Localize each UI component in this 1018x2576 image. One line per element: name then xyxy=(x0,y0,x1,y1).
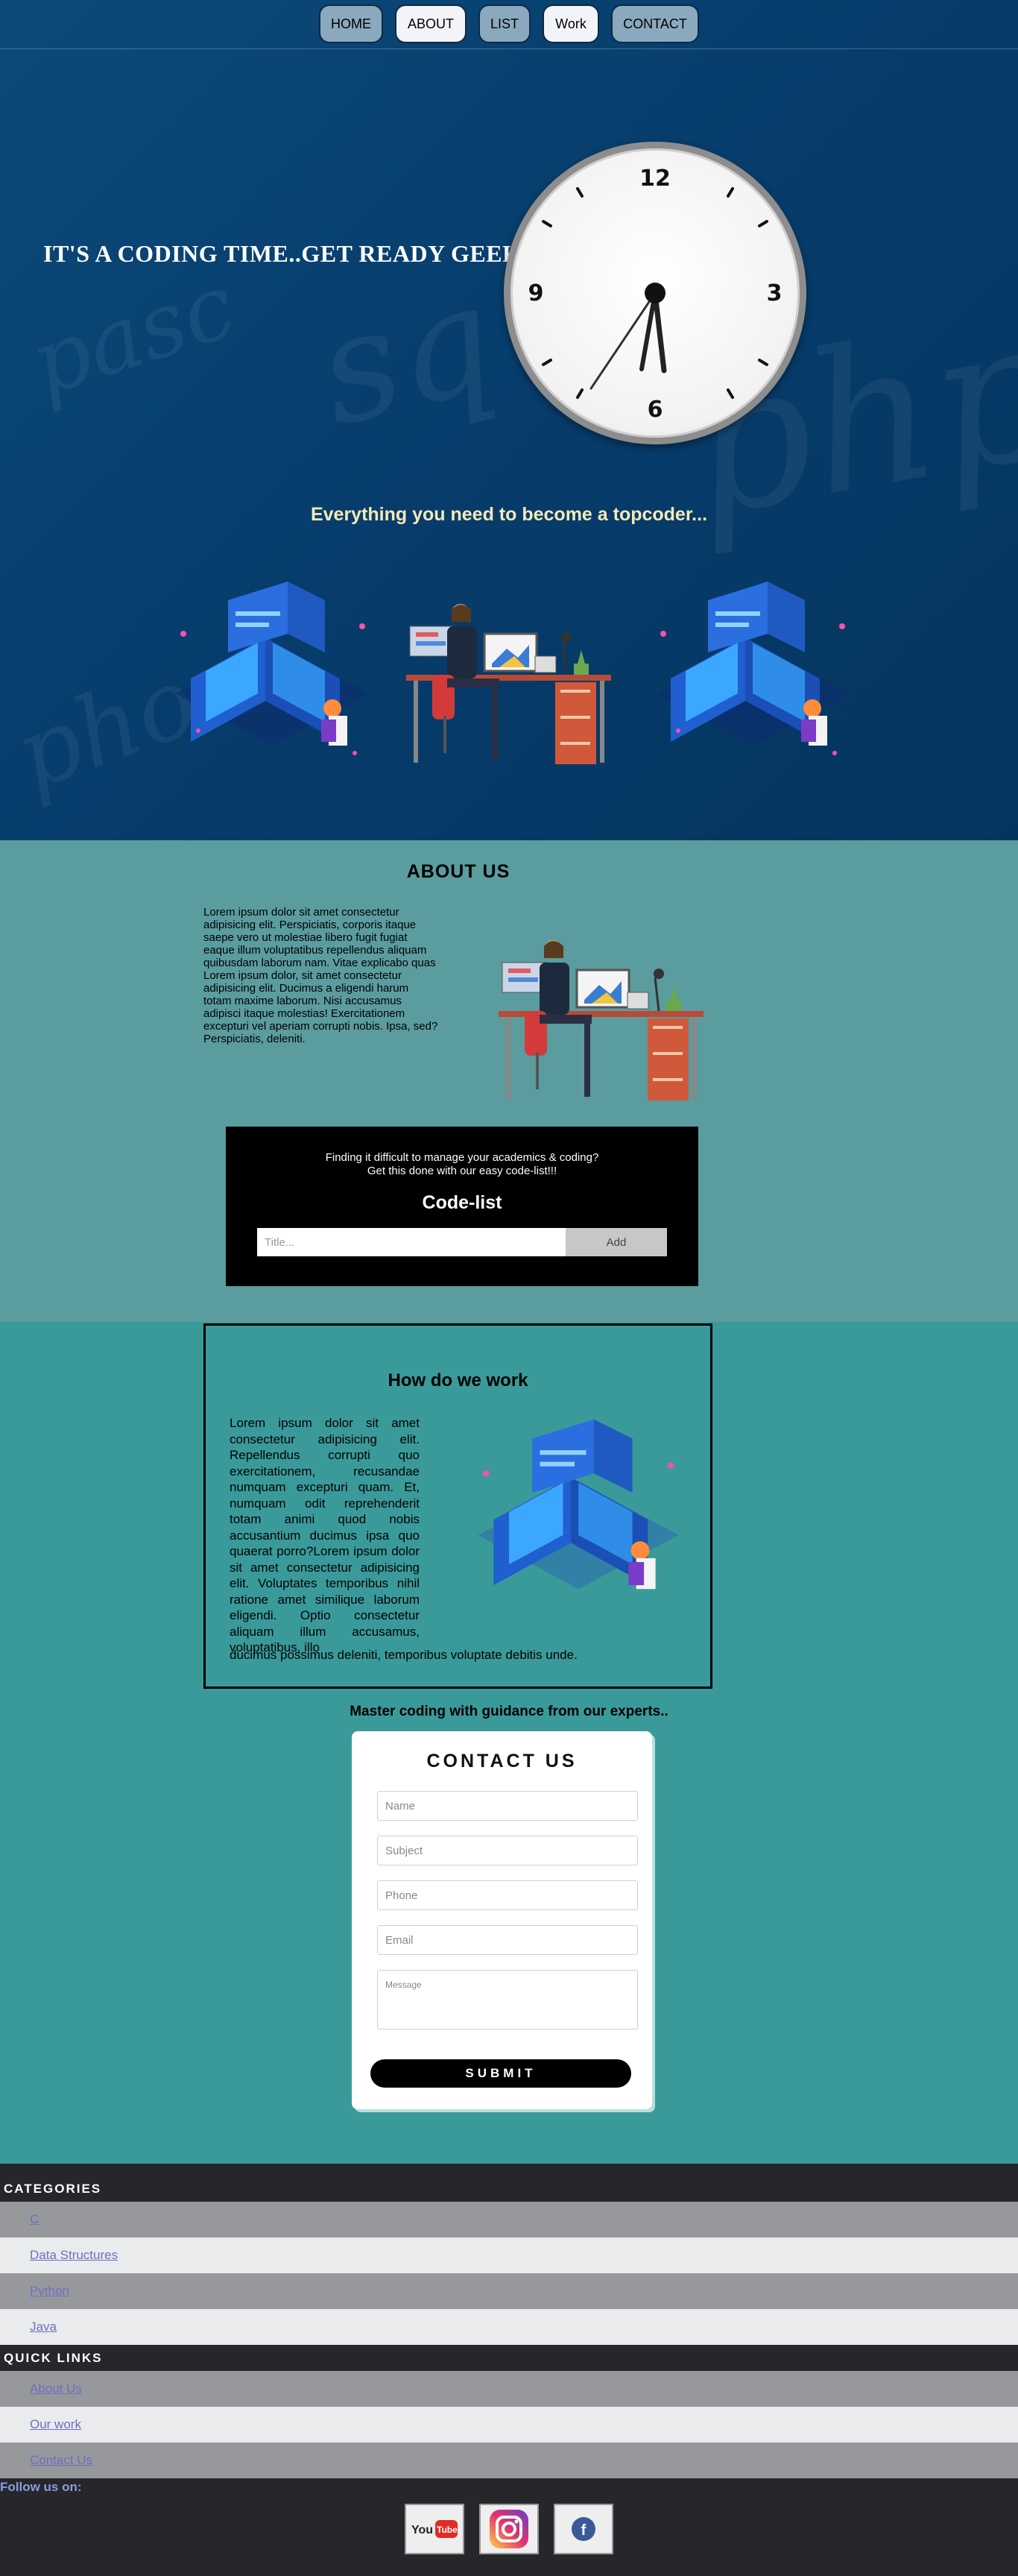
about-section: ABOUT US Lorem ipsum dolor sit amet cons… xyxy=(0,840,1018,1322)
how-we-work-section: How do we work Lorem ipsum dolor sit ame… xyxy=(203,1323,712,1689)
name-field[interactable]: Name xyxy=(377,1791,638,1821)
clock-number: 6 xyxy=(648,397,663,423)
code-list-intro-line1: Finding it difficult to manage your acad… xyxy=(325,1151,599,1164)
contact-title: CONTACT US xyxy=(426,1751,578,1772)
code-list-add-button[interactable]: Add xyxy=(566,1228,667,1256)
message-field[interactable]: Message xyxy=(377,1970,638,2029)
clock-number: 3 xyxy=(767,280,783,306)
clock-number: 9 xyxy=(528,280,544,306)
hero-decoration: pasc xyxy=(19,253,247,417)
isometric-coding-illustration xyxy=(656,582,850,755)
developer-desk-illustration xyxy=(499,940,704,1100)
phone-field[interactable]: Phone xyxy=(377,1880,638,1910)
code-list-panel: Finding it difficult to manage your acad… xyxy=(226,1127,698,1286)
footer-link-contact-us[interactable]: Contact Us xyxy=(0,2443,1018,2478)
hero-section: pasc sq php pho HOME ABOUT LIST Work CON… xyxy=(0,0,1018,840)
instagram-icon[interactable] xyxy=(479,2504,539,2554)
svg-text:Tube: Tube xyxy=(437,2525,458,2535)
footer-link-about-us[interactable]: About Us xyxy=(0,2371,1018,2407)
svg-text:f: f xyxy=(581,2522,587,2539)
developer-desk-illustration xyxy=(406,604,611,764)
nav-about-button[interactable]: ABOUT xyxy=(395,4,467,43)
categories-heading: CATEGORIES xyxy=(4,2182,102,2196)
footer-link-python[interactable]: Python xyxy=(0,2273,1018,2309)
isometric-coding-illustration xyxy=(478,1419,679,1590)
facebook-icon[interactable]: f xyxy=(554,2504,613,2554)
svg-text:You: You xyxy=(411,2524,433,2536)
hero-title: IT'S A CODING TIME..GET READY GEEKS ! xyxy=(43,240,550,267)
code-list-title: Code-list xyxy=(422,1192,502,1213)
clock-number: 12 xyxy=(639,166,671,192)
footer-link-java[interactable]: Java xyxy=(0,2309,1018,2345)
nav-work-button[interactable]: Work xyxy=(543,4,599,43)
subject-field[interactable]: Subject xyxy=(377,1836,638,1865)
contact-form: CONTACT US Name Subject Phone Email Mess… xyxy=(352,1731,652,2109)
how-we-work-text-end: ducimus possimus deleniti, temporibus vo… xyxy=(230,1648,578,1662)
hero-tagline: Everything you need to become a topcoder… xyxy=(310,504,708,525)
footer-link-data-structures[interactable]: Data Structures xyxy=(0,2238,1018,2273)
email-field[interactable]: Email xyxy=(377,1925,638,1955)
footer-link-our-work[interactable]: Our work xyxy=(0,2407,1018,2443)
nav-list-button[interactable]: LIST xyxy=(478,4,531,43)
nav-home-button[interactable]: HOME xyxy=(319,4,383,43)
footer-link-c[interactable]: C xyxy=(0,2202,1018,2238)
analog-clock: 12 3 6 9 xyxy=(504,142,806,444)
nav-contact-button[interactable]: CONTACT xyxy=(611,4,699,43)
submit-button[interactable]: SUBMIT xyxy=(370,2059,631,2088)
master-coding-text: Master coding with guidance from our exp… xyxy=(350,1704,668,1719)
clock-hour-hand xyxy=(652,290,667,374)
about-title: ABOUT US xyxy=(406,861,510,882)
isometric-coding-illustration xyxy=(176,582,370,755)
code-list-intro: Finding it difficult to manage your acad… xyxy=(226,1151,698,1178)
about-text: Lorem ipsum dolor sit amet consectetur a… xyxy=(203,906,438,1045)
quick-links-heading: QUICK LINKS xyxy=(4,2351,103,2365)
follow-us-label: Follow us on: xyxy=(0,2480,82,2494)
code-list-title-input[interactable]: Title... xyxy=(257,1228,566,1256)
code-list-intro-line2: Get this done with our easy code-list!!! xyxy=(367,1165,557,1177)
main-nav: HOME ABOUT LIST Work CONTACT xyxy=(0,0,1018,49)
how-we-work-title: How do we work xyxy=(388,1370,528,1391)
youtube-icon[interactable]: You Tube xyxy=(405,2504,464,2554)
how-we-work-text: Lorem ipsum dolor sit amet consectetur a… xyxy=(230,1416,420,1654)
hero-decoration: sq xyxy=(302,250,511,461)
